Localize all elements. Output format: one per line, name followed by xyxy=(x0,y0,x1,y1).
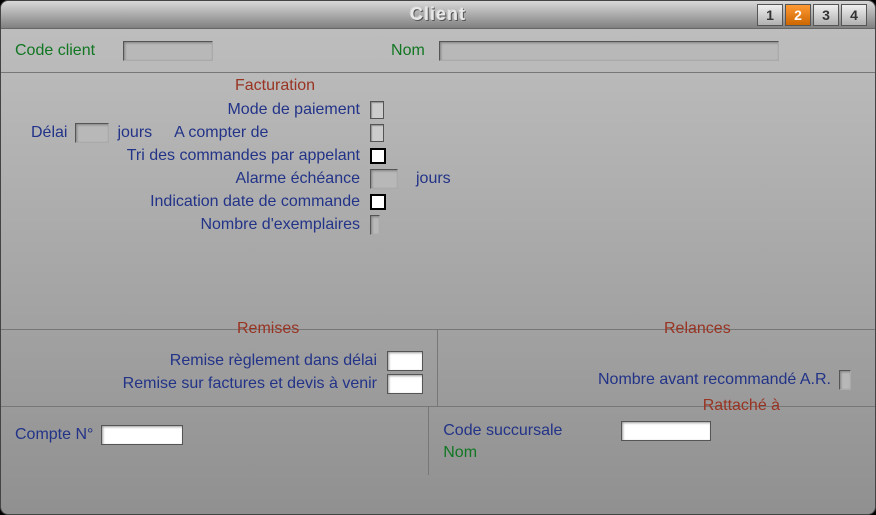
tab-2[interactable]: 2 xyxy=(785,4,811,26)
bottom-row: Compte N° Rattaché à Code succursale Nom xyxy=(1,406,875,475)
remise-factures-input[interactable] xyxy=(387,374,423,394)
compte-section: Compte N° xyxy=(1,407,429,475)
tri-label: Tri des commandes par appelant xyxy=(15,147,370,165)
nb-avant-label: Nombre avant recommandé A.R. xyxy=(598,371,831,389)
mode-paiement-label: Mode de paiement xyxy=(15,101,370,119)
alarme-label: Alarme échéance xyxy=(15,170,370,188)
code-client-label: Code client xyxy=(15,42,95,60)
tab-1[interactable]: 1 xyxy=(757,4,783,26)
indication-label: Indication date de commande xyxy=(15,193,370,211)
remise-reglement-label: Remise règlement dans délai xyxy=(15,352,387,370)
rattache-title: Rattaché à xyxy=(697,397,786,415)
remises-title: Remises xyxy=(231,320,305,338)
lower-row: Remises Remise règlement dans délai Remi… xyxy=(1,329,875,406)
remise-reglement-input[interactable] xyxy=(387,351,423,371)
client-window: Client 1 2 3 4 Code client Nom Facturati… xyxy=(0,0,876,515)
tab-4[interactable]: 4 xyxy=(841,4,867,26)
alarme-jours-label: jours xyxy=(416,170,451,188)
code-succursale-label: Code succursale xyxy=(443,422,613,440)
window-title: Client xyxy=(410,4,466,25)
nom-label: Nom xyxy=(391,42,425,60)
tab-pager: 1 2 3 4 xyxy=(757,4,867,26)
delai-input[interactable] xyxy=(75,123,109,143)
code-succursale-input[interactable] xyxy=(621,421,711,441)
rattache-section: Rattaché à Code succursale Nom xyxy=(429,407,875,475)
remises-section: Remises Remise règlement dans délai Remi… xyxy=(1,330,437,406)
delai-label: Délai xyxy=(31,124,67,142)
indication-checkbox[interactable] xyxy=(370,194,386,210)
nb-exemplaires-input[interactable] xyxy=(370,215,380,235)
titlebar: Client 1 2 3 4 xyxy=(1,1,875,29)
delai-jours-label: jours xyxy=(117,124,152,142)
mode-paiement-input[interactable] xyxy=(370,101,384,119)
nb-exemplaires-label: Nombre d'exemplaires xyxy=(15,216,370,234)
relances-section: Relances Nombre avant recommandé A.R. xyxy=(438,330,875,406)
facturation-section: Facturation Mode de paiement Délai jours… xyxy=(1,73,875,329)
content: Code client Nom Facturation Mode de paie… xyxy=(1,29,875,514)
compte-input[interactable] xyxy=(101,425,183,445)
code-client-input[interactable] xyxy=(123,41,213,61)
a-compter-input[interactable] xyxy=(370,124,384,142)
alarme-input[interactable] xyxy=(370,169,398,189)
tri-checkbox[interactable] xyxy=(370,148,386,164)
remise-factures-label: Remise sur factures et devis à venir xyxy=(15,375,387,393)
a-compter-label: A compter de xyxy=(174,124,268,142)
header-row: Code client Nom xyxy=(1,29,875,73)
facturation-title: Facturation xyxy=(15,77,861,95)
nom-input[interactable] xyxy=(439,41,779,61)
rattache-nom-label: Nom xyxy=(443,444,477,462)
nb-avant-input[interactable] xyxy=(839,370,851,390)
tab-3[interactable]: 3 xyxy=(813,4,839,26)
compte-label: Compte N° xyxy=(15,426,93,444)
relances-title: Relances xyxy=(658,320,737,338)
